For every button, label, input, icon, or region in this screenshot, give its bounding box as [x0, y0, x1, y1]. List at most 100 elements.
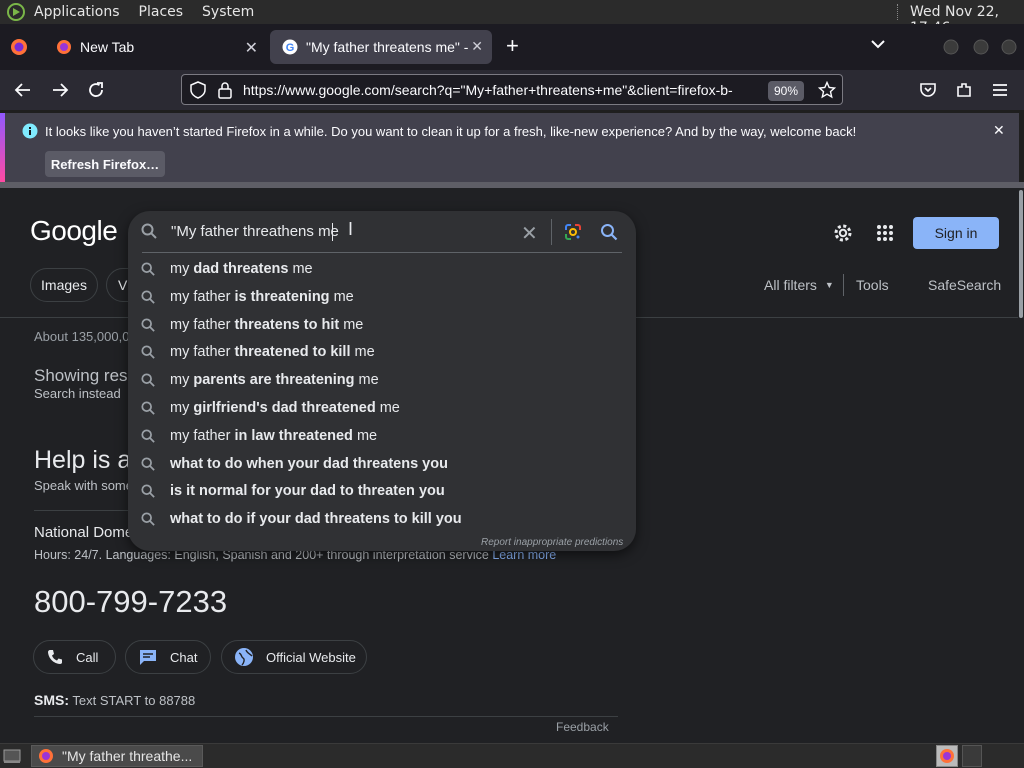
suggestion-text: my father threatened to kill me	[170, 344, 375, 360]
firefox-icon	[56, 39, 72, 55]
back-icon[interactable]	[14, 81, 32, 99]
search-submit-icon[interactable]	[600, 223, 618, 241]
report-predictions-link[interactable]: Report inappropriate predictions	[481, 537, 623, 548]
menu-system[interactable]: System	[202, 4, 254, 20]
search-icon	[141, 429, 157, 443]
suggestion-item[interactable]: my father in law threatened me	[128, 423, 636, 449]
svg-text:G: G	[286, 42, 295, 54]
close-notification-icon[interactable]: ✕	[993, 122, 1005, 139]
chat-button[interactable]: Chat	[125, 640, 211, 674]
suggestion-item[interactable]: my father is threatening me	[128, 284, 636, 310]
suggestion-item[interactable]: my girlfriend's dad threatened me	[128, 395, 636, 421]
tools-button[interactable]: Tools	[856, 277, 889, 293]
search-icon	[141, 345, 157, 360]
clear-search-icon[interactable]: ✕	[521, 221, 538, 246]
extensions-icon[interactable]	[955, 81, 973, 99]
google-logo[interactable]: Google	[30, 215, 118, 247]
search-icon	[141, 373, 157, 387]
suggestion-prefix: my	[170, 372, 194, 389]
settings-gear-icon[interactable]	[832, 222, 854, 244]
reload-icon[interactable]	[87, 81, 105, 99]
firefox-icon	[38, 748, 54, 764]
suggestion-prefix: my father	[170, 288, 235, 305]
workspace-2[interactable]	[962, 745, 982, 767]
phone-icon	[46, 648, 64, 666]
forward-icon[interactable]	[51, 81, 69, 99]
showing-results-for: Showing resu	[34, 366, 138, 385]
distro-logo-icon[interactable]	[6, 2, 26, 22]
sign-in-button[interactable]: Sign in	[913, 217, 999, 249]
suggestion-suffix: me	[350, 344, 375, 361]
suggestion-completion: is it normal for your dad to threaten yo…	[170, 483, 445, 500]
feedback-link[interactable]: Feedback	[556, 720, 609, 734]
suggestion-item[interactable]: what to do when your dad threatens you	[128, 451, 636, 477]
suggestion-text: my father is threatening me	[170, 289, 354, 305]
search-box-with-suggestions: "My father threathens me I ✕ my dad thre…	[128, 211, 636, 551]
page-scrollbar[interactable]	[1018, 188, 1024, 743]
call-button[interactable]: Call	[33, 640, 116, 674]
speak-with-text: Speak with some	[34, 478, 133, 493]
new-tab-icon[interactable]: +	[506, 33, 519, 59]
tab-new-tab[interactable]: New Tab ✕	[44, 30, 268, 64]
suggestion-completion: what to do when your dad threatens you	[170, 455, 448, 472]
chat-icon	[138, 648, 158, 666]
close-tab-icon[interactable]: ✕	[245, 38, 258, 58]
taskbar-window-button[interactable]: "My father threathe...	[31, 745, 203, 767]
help-heading: Help is a	[34, 446, 132, 474]
menu-places[interactable]: Places	[139, 4, 184, 20]
suggestion-item[interactable]: is it normal for your dad to threaten yo…	[128, 478, 636, 504]
suggestion-item[interactable]: my dad threatens me	[128, 256, 636, 282]
safesearch-button[interactable]: SafeSearch	[928, 277, 1001, 293]
all-filters-button[interactable]: All filters ▼	[764, 277, 834, 293]
search-instead-text: Search instead	[34, 386, 121, 401]
address-bar[interactable]: https://www.google.com/search?q="My+fath…	[181, 74, 843, 105]
suggestion-prefix: my father	[170, 316, 235, 333]
lock-icon[interactable]	[218, 81, 232, 99]
chip-images[interactable]: Images	[30, 268, 98, 302]
sms-text: Text START to 88788	[72, 693, 196, 708]
suggestion-text: my father threatens to hit me	[170, 317, 363, 333]
scrollbar-thumb[interactable]	[1019, 190, 1023, 318]
bookmark-star-icon[interactable]	[818, 81, 836, 99]
workspace-switcher[interactable]	[936, 745, 958, 767]
taskbar-window-title: "My father threathe...	[62, 748, 193, 764]
sms-label: SMS:	[34, 692, 69, 708]
search-input[interactable]: "My father threathens me	[171, 223, 339, 240]
refresh-firefox-button[interactable]: Refresh Firefox…	[45, 151, 165, 177]
suggestion-completion: is threatening	[234, 288, 330, 305]
tracking-protection-shield-icon[interactable]	[190, 81, 206, 99]
chip-label: Images	[41, 277, 87, 293]
suggestion-item[interactable]: my father threatened to kill me	[128, 339, 636, 365]
notification-message: It looks like you haven’t started Firefo…	[45, 124, 857, 139]
sms-line: SMS: Text START to 88788	[34, 692, 195, 708]
save-to-pocket-icon[interactable]	[919, 81, 937, 99]
tab-search-results[interactable]: G "My father threatens me" - ✕	[270, 30, 492, 64]
info-icon	[22, 123, 38, 139]
firefox-view-icon[interactable]	[10, 38, 28, 56]
zoom-level-badge[interactable]: 90%	[768, 81, 804, 101]
show-desktop-icon[interactable]	[3, 748, 21, 764]
refresh-firefox-notification: It looks like you haven’t started Firefo…	[0, 113, 1019, 182]
google-apps-icon[interactable]	[876, 224, 894, 242]
bottom-divider	[34, 716, 618, 717]
suggestion-suffix: me	[354, 372, 379, 389]
app-menu-icon[interactable]	[991, 81, 1009, 99]
search-icon	[141, 512, 157, 526]
official-website-button[interactable]: Official Website	[221, 640, 367, 674]
list-all-tabs-icon[interactable]	[870, 38, 886, 50]
hotline-phone-number[interactable]: 800-799-7233	[34, 584, 227, 620]
menu-applications[interactable]: Applications	[34, 4, 120, 20]
url-text[interactable]: https://www.google.com/search?q="My+fath…	[243, 82, 757, 98]
maximize-window-icon[interactable]	[972, 38, 990, 56]
close-tab-icon[interactable]: ✕	[471, 38, 483, 55]
suggestion-suffix: me	[329, 288, 354, 305]
suggestion-item[interactable]: my parents are threatening me	[128, 367, 636, 393]
close-window-icon[interactable]	[1000, 38, 1018, 56]
google-lens-icon[interactable]	[563, 222, 583, 242]
suggestion-item[interactable]: what to do if your dad threatens to kill…	[128, 506, 636, 532]
suggestion-item[interactable]: my father threatens to hit me	[128, 312, 636, 338]
search-icon	[141, 290, 157, 304]
minimize-window-icon[interactable]	[942, 38, 960, 56]
search-icon	[141, 457, 157, 471]
suggestion-prefix: my	[170, 400, 194, 416]
